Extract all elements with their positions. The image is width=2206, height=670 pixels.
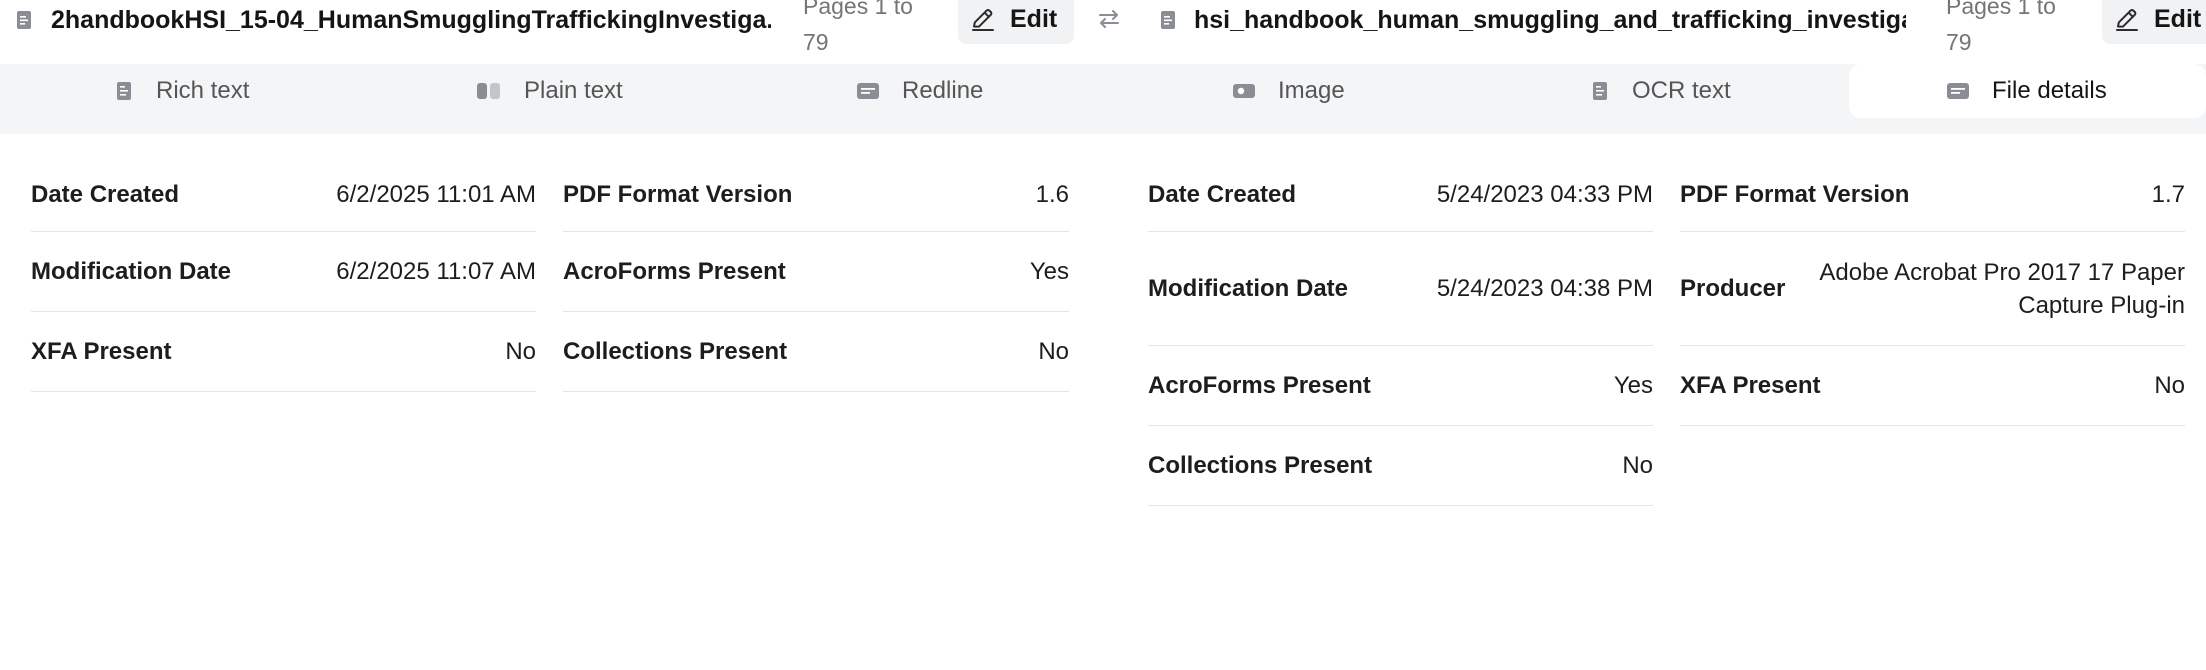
swap-icon[interactable] <box>1096 8 1122 30</box>
detail-value: No <box>505 338 536 365</box>
detail-value: No <box>2154 372 2185 399</box>
tab-redline-label: Redline <box>902 77 984 104</box>
tab-ocr-text-label: OCR text <box>1632 77 1731 104</box>
detail-value: No <box>1622 452 1653 479</box>
tab-file-details[interactable]: File details <box>1849 64 2206 118</box>
left-edit-label: Edit <box>1010 4 1058 33</box>
tab-rich-text[interactable]: Rich text <box>114 64 249 118</box>
detail-label: Date Created <box>1148 180 1297 208</box>
detail-label: XFA Present <box>1680 371 1821 399</box>
detail-label: Date Created <box>31 180 180 208</box>
tab-image[interactable]: Image <box>1232 64 1345 118</box>
detail-value: 1.6 <box>1035 181 1069 208</box>
right-detail-acroforms-present: AcroForms Present Yes <box>1148 346 1653 426</box>
left-edit-button[interactable]: Edit <box>958 0 1074 44</box>
detail-value: 5/24/2023 04:33 PM <box>1436 181 1653 208</box>
detail-label: Modification Date <box>1148 274 1349 302</box>
detail-value: 5/24/2023 04:38 PM <box>1436 275 1653 302</box>
left-detail-acroforms-present: AcroForms Present Yes <box>563 232 1069 312</box>
plain-text-icon <box>477 83 500 99</box>
tab-image-label: Image <box>1278 77 1345 104</box>
right-detail-modification-date: Modification Date 5/24/2023 04:38 PM <box>1148 232 1653 346</box>
detail-value: 6/2/2025 11:07 AM <box>336 258 536 285</box>
detail-label: Collections Present <box>1148 451 1373 479</box>
document-icon <box>1161 11 1175 29</box>
detail-label: AcroForms Present <box>563 257 786 285</box>
right-detail-xfa-present: XFA Present No <box>1680 346 2185 426</box>
detail-value: 1.7 <box>2151 181 2185 208</box>
right-detail-collections-present: Collections Present No <box>1148 426 1653 506</box>
detail-value: No <box>1038 338 1069 365</box>
right-page-range-line-2: 79 <box>1946 29 1972 55</box>
detail-value-line-1: Adobe Acrobat Pro 2017 17 Paper <box>1819 258 2185 286</box>
detail-label: Producer <box>1680 274 1786 302</box>
left-page-range: Pages 1 to 79 <box>803 0 913 60</box>
right-page-range-line-1: Pages 1 to <box>1946 0 2056 19</box>
ocr-text-icon <box>1593 82 1607 100</box>
redline-icon <box>857 83 879 99</box>
right-detail-producer: Producer Adobe Acrobat Pro 2017 17 Paper… <box>1680 232 2185 346</box>
tab-rich-text-label: Rich text <box>156 77 250 104</box>
detail-value: Adobe Acrobat Pro 2017 17 Paper Capture … <box>1819 256 2185 322</box>
image-icon <box>1233 84 1255 98</box>
left-detail-pdf-format-version: PDF Format Version 1.6 <box>563 158 1069 232</box>
detail-label: AcroForms Present <box>1148 371 1371 399</box>
tab-plain-text-label: Plain text <box>524 77 623 104</box>
right-page-range: Pages 1 to 79 <box>1946 0 2056 60</box>
left-detail-modification-date: Modification Date 6/2/2025 11:07 AM <box>31 232 536 312</box>
file-details-icon <box>1947 83 1969 99</box>
file-compare-header: 2handbookHSI_15-04_HumanSmugglingTraffic… <box>0 0 2206 55</box>
detail-value: Yes <box>1613 372 1653 399</box>
detail-label: Collections Present <box>563 337 788 365</box>
right-edit-label: Edit <box>2154 4 2202 33</box>
left-page-range-line-1: Pages 1 to <box>803 0 913 19</box>
right-detail-date-created: Date Created 5/24/2023 04:33 PM <box>1148 158 1653 232</box>
left-page-range-line-2: 79 <box>803 29 829 55</box>
tab-file-details-label: File details <box>1992 77 2107 104</box>
tab-plain-text[interactable]: Plain text <box>476 64 623 118</box>
detail-label: XFA Present <box>31 337 172 365</box>
view-tabs: Rich text Plain text Redline Image OCR t… <box>0 64 2206 134</box>
document-icon <box>17 11 31 29</box>
detail-label: Modification Date <box>31 257 232 285</box>
pencil-icon <box>972 9 994 31</box>
detail-value: Yes <box>1029 258 1069 285</box>
right-edit-button[interactable]: Edit <box>2102 0 2206 44</box>
detail-value: 6/2/2025 11:01 AM <box>336 181 536 208</box>
left-file-name[interactable]: 2handbookHSI_15-04_HumanSmugglingTraffic… <box>51 6 771 35</box>
left-detail-date-created: Date Created 6/2/2025 11:01 AM <box>31 158 536 232</box>
tab-ocr-text[interactable]: OCR text <box>1590 64 1731 118</box>
tab-redline[interactable]: Redline <box>856 64 983 118</box>
rich-text-icon <box>117 82 131 100</box>
detail-label: PDF Format Version <box>1680 180 1910 208</box>
left-detail-collections-present: Collections Present No <box>563 312 1069 392</box>
pencil-icon <box>2116 9 2138 31</box>
detail-value-line-2: Capture Plug-in <box>2018 291 2185 319</box>
right-file-name[interactable]: hsi_handbook_human_smuggling_and_traffic… <box>1194 6 1906 35</box>
left-detail-xfa-present: XFA Present No <box>31 312 536 392</box>
detail-label: PDF Format Version <box>563 180 793 208</box>
right-detail-pdf-format-version: PDF Format Version 1.7 <box>1680 158 2185 232</box>
